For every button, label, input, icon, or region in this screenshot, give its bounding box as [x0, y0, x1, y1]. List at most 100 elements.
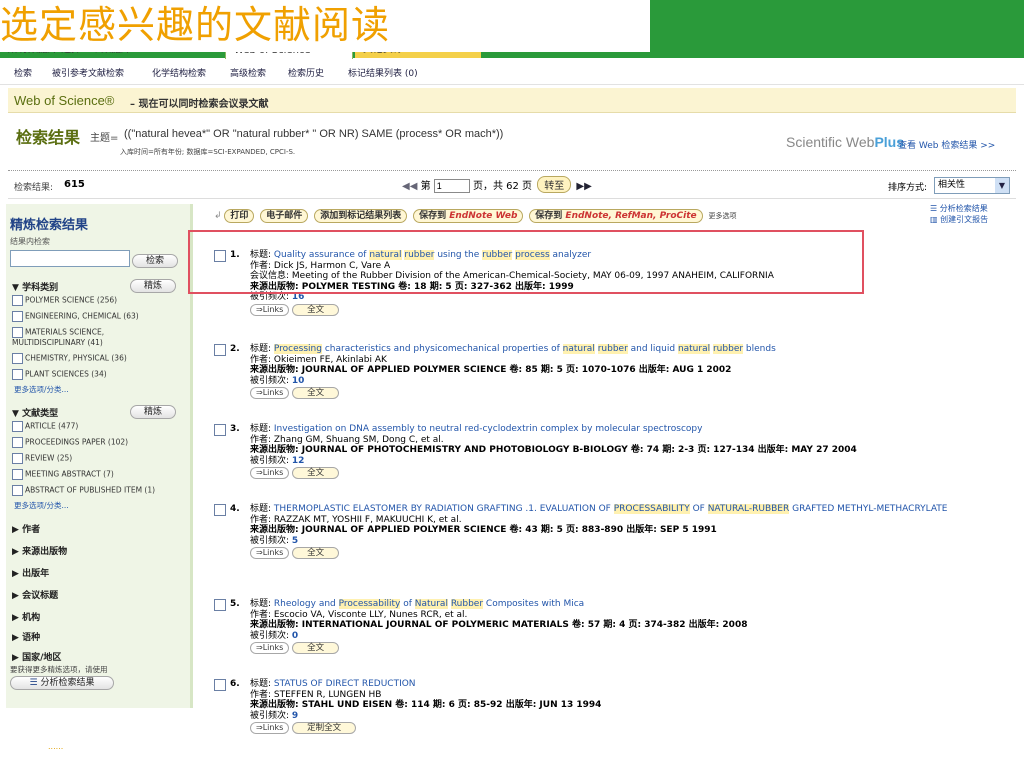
category-option[interactable]: ENGINEERING, CHEMICAL (63)	[12, 311, 139, 322]
nav-search[interactable]: 检索	[14, 66, 32, 79]
category-option[interactable]: MATERIALS SCIENCE, MULTIDISCIPLINARY (41…	[12, 327, 172, 348]
doc-type-header[interactable]: ▼ 文献类型	[12, 406, 58, 419]
nav-structure-search[interactable]: 化学结构检索	[152, 66, 206, 79]
links-button[interactable]: ⇒Links	[250, 467, 290, 479]
more-categories-link[interactable]: 更多选项/分类...	[14, 384, 69, 395]
facet-year[interactable]: ▶ 出版年	[12, 566, 49, 579]
query-text: (("natural hevea*" OR "natural rubber* "…	[124, 128, 504, 140]
cites-label: 被引频次:	[250, 375, 292, 386]
record-cites[interactable]: 9	[292, 711, 298, 721]
full-text-button[interactable]: 全文	[292, 467, 340, 479]
checkbox[interactable]	[12, 369, 23, 380]
record-checkbox[interactable]	[214, 504, 226, 516]
checkbox[interactable]	[12, 295, 23, 306]
record-number: 3.	[230, 424, 240, 434]
bar-chart-icon: ▥	[930, 215, 941, 224]
full-text-button[interactable]: 全文	[292, 303, 340, 316]
checkbox[interactable]	[12, 421, 23, 432]
record-number: 4.	[230, 504, 240, 514]
facet-source[interactable]: ▶ 来源出版物	[12, 544, 67, 557]
record-cites[interactable]: 12	[292, 456, 305, 466]
record-title[interactable]: THERMOPLASTIC ELASTOMER BY RADIATION GRA…	[274, 504, 947, 514]
doctype-option[interactable]: PROCEEDINGS PAPER (102)	[12, 437, 128, 448]
category-header[interactable]: ▼ 学科类别	[12, 280, 58, 293]
nav-advanced-search[interactable]: 高级检索	[230, 66, 266, 79]
next-page-icon[interactable]: ▶▶	[576, 181, 591, 192]
facet-language[interactable]: ▶ 语种	[12, 630, 40, 643]
record-title[interactable]: STATUS OF DIRECT REDUCTION	[274, 679, 416, 689]
record-title[interactable]: Investigation on DNA assembly to neutral…	[274, 424, 703, 434]
category-header-label: 学科类别	[22, 283, 59, 293]
checkbox[interactable]	[12, 485, 23, 496]
links-button[interactable]: ⇒Links	[250, 547, 290, 559]
links-button[interactable]: ⇒Links	[250, 642, 290, 654]
checkbox[interactable]	[12, 453, 23, 464]
highlight-box	[188, 230, 864, 294]
record-checkbox[interactable]	[214, 599, 226, 611]
refine-doctype-button[interactable]: 精炼	[130, 405, 176, 419]
print-button[interactable]: 打印	[224, 209, 255, 223]
citation-report-link[interactable]: ▥ 创建引文报告	[930, 214, 988, 225]
nav-cited-ref-search[interactable]: 被引参考文献检索	[52, 66, 124, 79]
analyze-label: 分析检索结果	[40, 678, 95, 688]
full-text-button[interactable]: 全文	[292, 387, 340, 399]
links-button[interactable]: ⇒Links	[250, 303, 290, 316]
doctype-option[interactable]: REVIEW (25)	[12, 453, 72, 464]
category-option[interactable]: CHEMISTRY, PHYSICAL (36)	[12, 353, 127, 364]
cites-label: 被引频次:	[250, 710, 292, 721]
search-within-button[interactable]: 检索	[132, 254, 178, 268]
checkbox[interactable]	[12, 469, 23, 480]
save-endnote-button[interactable]: 保存到 EndNote, RefMan, ProCite	[529, 209, 703, 223]
search-within-input[interactable]	[10, 250, 130, 267]
checkbox[interactable]	[12, 311, 23, 322]
record-cites[interactable]: 0	[292, 631, 298, 641]
checkbox[interactable]	[12, 353, 23, 364]
nav-marked-list[interactable]: 标记结果列表 (0)	[348, 66, 418, 79]
sub-navigation: 检索 被引参考文献检索 化学结构检索 高级检索 检索历史 标记结果列表 (0)	[0, 60, 1024, 85]
analyze-results-button[interactable]: ☰ 分析检索结果	[10, 676, 114, 690]
checkbox[interactable]	[12, 327, 23, 338]
record-checkbox[interactable]	[214, 424, 226, 436]
go-button[interactable]: 转至	[537, 176, 572, 193]
prev-page-icon[interactable]: ◀◀	[402, 181, 417, 192]
add-to-marked-button[interactable]: 添加到标记结果列表	[314, 209, 408, 223]
nav-search-history[interactable]: 检索历史	[288, 66, 324, 79]
title-label: 标题:	[250, 344, 274, 354]
analyze-link[interactable]: ☰ 分析检索结果	[930, 203, 988, 214]
facet-author[interactable]: ▶ 作者	[12, 522, 40, 535]
more-options-link[interactable]: 更多选项	[709, 212, 737, 220]
record-cites[interactable]: 5	[292, 536, 298, 546]
record-cites[interactable]: 10	[292, 376, 305, 386]
page-input[interactable]	[433, 179, 470, 193]
results-title: 检索结果	[16, 128, 81, 147]
refine-category-button[interactable]: 精炼	[130, 279, 176, 293]
full-text-button[interactable]: 全文	[292, 547, 340, 559]
web-results-link[interactable]: 查看 Web 检索结果 >>	[898, 138, 995, 151]
doctype-option[interactable]: ABSTRACT OF PUBLISHED ITEM (1)	[12, 485, 155, 496]
category-option[interactable]: POLYMER SCIENCE (256)	[12, 295, 117, 306]
facet-conference[interactable]: ▶ 会议标题	[12, 588, 58, 601]
facet-label: 机构	[22, 613, 41, 623]
links-button[interactable]: ⇒Links	[250, 722, 290, 734]
record-checkbox[interactable]	[214, 679, 226, 691]
checkbox[interactable]	[12, 437, 23, 448]
doctype-option[interactable]: ARTICLE (477)	[12, 421, 78, 432]
record-authors: 作者: Zhang GM, Shuang SM, Dong C, et al.	[250, 434, 444, 445]
category-option[interactable]: PLANT SCIENCES (34)	[12, 369, 107, 380]
full-text-button[interactable]: 全文	[292, 642, 340, 654]
record-title[interactable]: Processing characteristics and physicome…	[273, 344, 776, 354]
category-label: PLANT SCIENCES (34)	[25, 369, 107, 379]
doctype-option[interactable]: MEETING ABSTRACT (7)	[12, 469, 114, 480]
facet-country[interactable]: ▶ 国家/地区	[12, 650, 61, 663]
doc-type-header-label: 文献类型	[22, 409, 59, 419]
record-title[interactable]: Rheology and Processability of Natural R…	[274, 599, 584, 609]
sort-select[interactable]: 相关性 ▼	[934, 177, 1010, 194]
custom-full-text-button[interactable]: 定制全文	[292, 722, 357, 734]
email-button[interactable]: 电子邮件	[260, 209, 309, 223]
scientific-webplus-logo[interactable]: Scientific WebPlus	[786, 134, 904, 150]
record-checkbox[interactable]	[214, 344, 226, 356]
links-button[interactable]: ⇒Links	[250, 387, 290, 399]
save-endnote-web-button[interactable]: 保存到 EndNote Web	[413, 209, 524, 223]
facet-institution[interactable]: ▶ 机构	[12, 610, 40, 623]
more-doctypes-link[interactable]: 更多选项/分类...	[14, 500, 69, 511]
